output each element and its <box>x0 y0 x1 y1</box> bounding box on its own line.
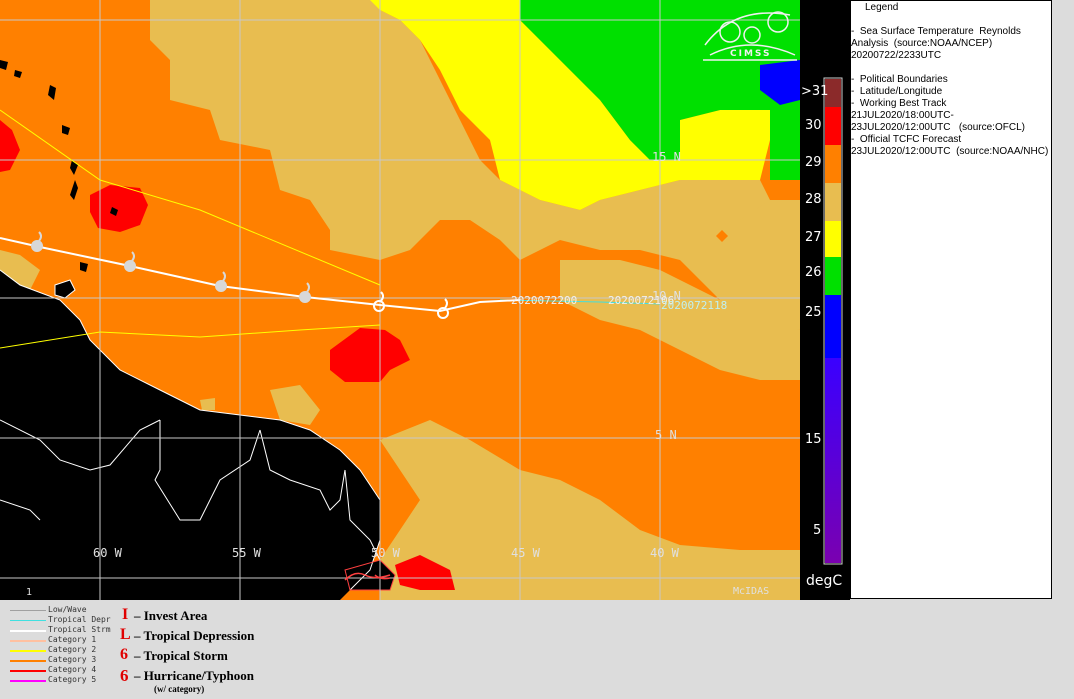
lat-label-15n: 15 N <box>652 150 681 164</box>
track-label-low-wave: Low/Wave <box>48 605 87 614</box>
symbol-legend: I – Invest Area L – Tropical Depression … <box>118 606 318 699</box>
cb-label-26: 26 <box>805 265 822 280</box>
cb-unit-label: degC <box>806 573 843 589</box>
legend-line-8: 23JUL2020/12:00UTC (source:OFCL) <box>851 122 1025 133</box>
track-label-2020072118: 2020072118 <box>661 299 728 312</box>
symbol-invest: I – Invest Area <box>118 606 318 626</box>
track-label-category-5: Category 5 <box>48 675 97 684</box>
legend-line-9: - Official TCFC Forecast <box>851 134 962 145</box>
cimss-logo-text: CIMSS <box>730 49 772 59</box>
symbol-storm: 6 – Tropical Storm <box>118 646 318 666</box>
track-label-category-3: Category 3 <box>48 655 97 664</box>
cb-label-27: 27 <box>805 230 822 245</box>
hurricane-label: – Hurricane/Typhoon <box>134 668 255 683</box>
lon-label-50w: 50 W <box>371 546 400 560</box>
cb-label-29: 29 <box>805 155 822 170</box>
legend-line-6: - Working Best Track <box>851 98 947 109</box>
invest-label: – Invest Area <box>134 608 208 623</box>
track-label-category-1: Category 1 <box>48 635 97 644</box>
track-swatch-category-1 <box>10 640 46 642</box>
legend-panel: Legend - Sea Surface Temperature Reynold… <box>850 0 1052 599</box>
svg-text:1: 1 <box>218 282 223 291</box>
lon-label-40w: 40 W <box>650 546 679 560</box>
track-label-tropical-depr: Tropical Depr <box>48 615 111 624</box>
track-label-2020072200: 2020072200 <box>511 294 578 307</box>
lat-label-5n: 5 N <box>655 428 677 442</box>
legend-line-5: - Latitude/Longitude <box>851 86 943 97</box>
sst-colorbar: >31 30 29 28 27 26 25 15 5 degC <box>800 0 850 600</box>
colorbar-28 <box>825 183 841 221</box>
track-swatch-category-4 <box>10 670 46 672</box>
track-swatch-tropical-strm <box>10 630 46 632</box>
colorbar-30 <box>825 107 841 145</box>
tropical-storm-icon: 6 <box>120 646 128 663</box>
svg-text:1: 1 <box>127 262 132 271</box>
legend-line-10: 23JUL2020/12:00UTC (source:NOAA/NHC) <box>851 146 1049 157</box>
symbol-depression: L – Tropical Depression <box>118 626 318 646</box>
lon-label-60w: 60 W <box>93 546 122 560</box>
bottom-legend: Low/Wave Tropical Depr Tropical Strm Cat… <box>0 600 1074 699</box>
cb-label-15: 15 <box>805 432 822 447</box>
colorbar-29 <box>825 145 841 183</box>
storm-label: – Tropical Storm <box>134 648 228 663</box>
legend-line-4: - Political Boundaries <box>851 74 948 85</box>
colorbar-27 <box>825 221 841 257</box>
legend-line-2: Analysis (source:NOAA/NCEP) <box>851 38 993 49</box>
track-label-category-2: Category 2 <box>48 645 97 654</box>
hurricane-icon: 6 <box>120 666 129 685</box>
colorbar-25 <box>825 295 841 358</box>
legend-line-1: - Sea Surface Temperature Reynolds <box>851 26 1021 37</box>
symbol-hurricane: 6 – Hurricane/Typhoon <box>118 666 318 686</box>
legend-line-3: 20200722/2233UTC <box>851 50 942 61</box>
svg-text:1: 1 <box>302 293 307 302</box>
colorbar-cold <box>825 358 841 563</box>
track-swatch-low-wave <box>10 610 46 611</box>
depression-label: – Tropical Depression <box>134 628 255 643</box>
track-swatch-category-5 <box>10 680 46 682</box>
cb-label-5: 5 <box>813 523 822 538</box>
legend-line-7: 21JUL2020/18:00UTC- <box>851 110 954 121</box>
track-swatch-category-3 <box>10 660 46 662</box>
corner-label: 1 <box>26 587 33 598</box>
legend-title: Legend <box>865 2 899 13</box>
track-swatch-category-2 <box>10 650 46 652</box>
invest-icon: I <box>122 606 129 623</box>
category-note: (w/ category) <box>154 684 205 694</box>
track-label-tropical-strm: Tropical Strm <box>48 625 111 634</box>
cb-label-30: 30 <box>805 118 822 133</box>
cb-label-25: 25 <box>805 305 822 320</box>
track-type-legend: Low/Wave Tropical Depr Tropical Strm Cat… <box>8 605 118 691</box>
track-swatch-tropical-depr <box>10 620 46 621</box>
lon-label-55w: 55 W <box>232 546 261 560</box>
colorbar-26 <box>825 257 841 295</box>
depression-icon: L <box>120 626 131 643</box>
track-label-category-4: Category 4 <box>48 665 97 674</box>
sst-map: 1111 60 W 55 W 50 W 45 W 40 W 15 N 10 N … <box>0 0 800 600</box>
sst-region-28-dot <box>200 398 215 410</box>
svg-text:1: 1 <box>34 242 39 251</box>
mcidas-label: McIDAS <box>733 586 770 597</box>
cb-label-gt31: >31 <box>801 84 829 99</box>
cb-label-28: 28 <box>805 192 822 207</box>
track-type-category-5: Category 5 <box>8 675 118 686</box>
lon-label-45w: 45 W <box>511 546 540 560</box>
